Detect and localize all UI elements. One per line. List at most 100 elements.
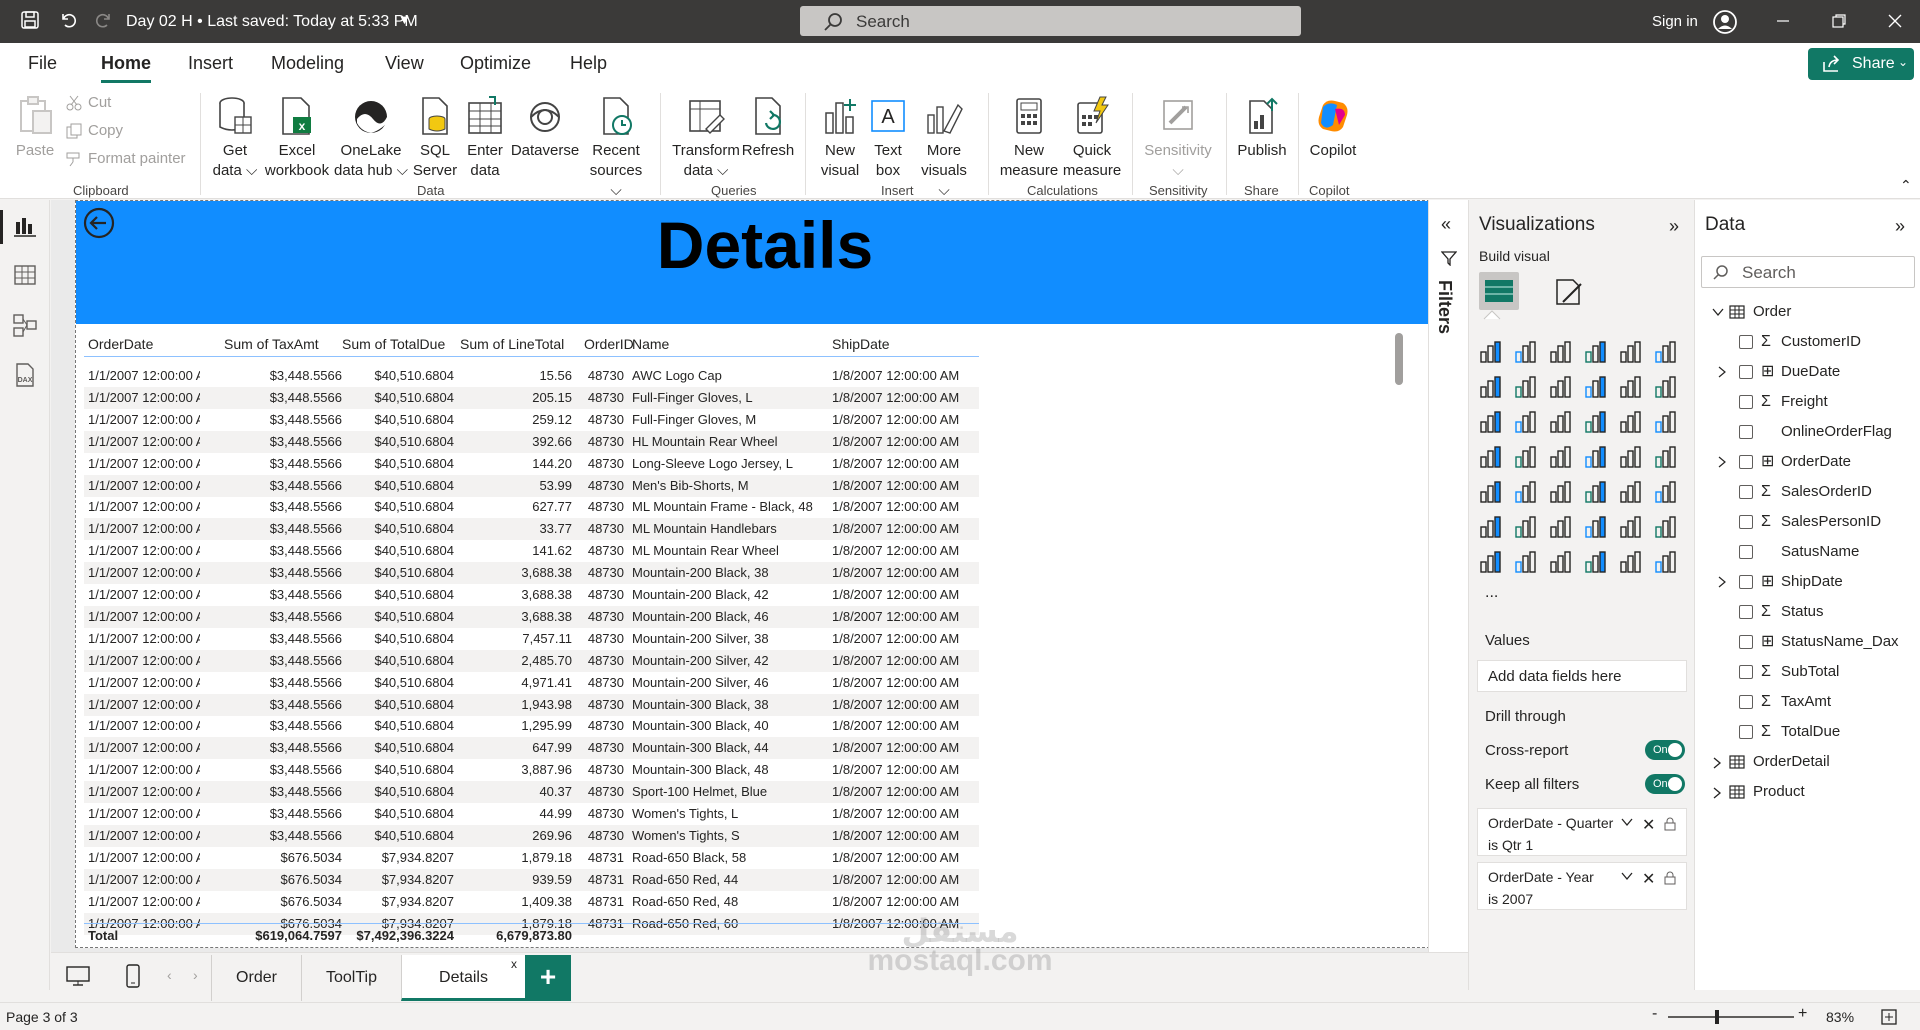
pie-visual-icon[interactable] — [1617, 408, 1645, 436]
column-header-orderdate[interactable]: OrderDate — [88, 331, 198, 357]
chevron-right-icon[interactable] — [1717, 456, 1727, 468]
table-visual-icon[interactable] — [1582, 478, 1610, 506]
decomposition-tree-visual-icon[interactable] — [1547, 513, 1575, 541]
field-checkbox[interactable] — [1739, 695, 1753, 709]
table-visual[interactable]: OrderDate Sum of TaxAmt Sum of TotalDue … — [84, 331, 1450, 947]
format-painter-button[interactable]: Format painter — [66, 150, 186, 167]
field-checkbox[interactable] — [1739, 515, 1753, 529]
sign-in-link[interactable]: Sign in — [1652, 13, 1698, 30]
key-influencers-visual-icon[interactable] — [1512, 513, 1540, 541]
qa-visual-icon[interactable] — [1582, 513, 1610, 541]
field-checkbox[interactable] — [1739, 635, 1753, 649]
100-bar-visual-icon[interactable] — [1617, 338, 1645, 366]
table-row[interactable]: 1/1/2007 12:00:00 AM $676.5034 $7,934.8207… — [84, 847, 979, 869]
table-row[interactable]: 1/1/2007 12:00:00 AM $3,448.5566 $40,510.6… — [84, 605, 979, 628]
restore-icon[interactable] — [1830, 12, 1848, 30]
build-visual-tab[interactable] — [1479, 272, 1519, 310]
funnel-visual-icon[interactable] — [1547, 408, 1575, 436]
dataverse-button[interactable]: Dataverse — [510, 95, 580, 161]
close-icon[interactable] — [1886, 12, 1904, 30]
field-checkbox[interactable] — [1739, 605, 1753, 619]
next-page-icon[interactable]: › — [193, 967, 198, 983]
ribbon-visual-icon[interactable] — [1582, 373, 1610, 401]
waterfall-visual-icon[interactable] — [1617, 373, 1645, 401]
tab-help[interactable]: Help — [570, 53, 607, 74]
undo-icon[interactable] — [58, 10, 78, 30]
area-visual-icon[interactable] — [1512, 373, 1540, 401]
report-view-icon[interactable] — [0, 210, 38, 244]
kpi-visual-icon[interactable] — [1512, 478, 1540, 506]
more-visuals-button[interactable]: More visuals ⌵ — [914, 95, 974, 201]
table-view-icon[interactable] — [12, 262, 38, 288]
column-header-totaldue[interactable]: Sum of TotalDue — [342, 331, 454, 357]
clear-filter-icon[interactable]: ✕ — [1642, 869, 1655, 889]
tab-optimize[interactable]: Optimize — [460, 53, 531, 74]
gauge-visual-icon[interactable] — [1617, 443, 1645, 471]
table-row[interactable]: 1/1/2007 12:00:00 AM $676.5034 $7,934.8207… — [84, 891, 979, 913]
copy-button[interactable]: Copy — [66, 122, 123, 139]
zoom-in-button[interactable]: + — [1798, 1005, 1807, 1023]
save-icon[interactable] — [20, 10, 40, 30]
python-visual-icon[interactable] — [1477, 513, 1505, 541]
metrics-visual-icon[interactable] — [1582, 548, 1610, 576]
column-header-shipdate[interactable]: ShipDate — [832, 331, 972, 357]
cross-report-toggle[interactable]: On — [1645, 740, 1685, 760]
table-scrollbar[interactable] — [1395, 333, 1403, 385]
field-checkbox[interactable] — [1739, 335, 1753, 349]
chevron-right-icon[interactable] — [1711, 786, 1723, 800]
line-stacked-visual-icon[interactable] — [1477, 408, 1505, 436]
table-row[interactable]: 1/1/2007 12:00:00 AM $3,448.5566 $40,510.6… — [84, 409, 979, 431]
table-row[interactable]: 1/1/2007 12:00:00 AM $3,448.5566 $40,510.6… — [84, 737, 979, 760]
field-checkbox[interactable] — [1739, 395, 1753, 409]
scatter-column-visual-icon[interactable] — [1512, 408, 1540, 436]
table-row[interactable]: 1/1/2007 12:00:00 AM $3,448.5566 $40,510.6… — [84, 496, 979, 518]
quick-measure-button[interactable]: Quick measure — [1062, 95, 1122, 181]
stacked-column-visual-icon[interactable] — [1512, 338, 1540, 366]
table-row[interactable]: 1/1/2007 12:00:00 AM $3,448.5566 $40,510.6… — [84, 386, 979, 409]
get-data-button[interactable]: Get data ⌵ — [208, 95, 262, 181]
matrix-visual-icon[interactable] — [1617, 478, 1645, 506]
recent-sources-button[interactable]: Recent sources ⌵ — [584, 95, 648, 201]
chevron-down-icon[interactable]: ▼ — [398, 12, 411, 27]
diamond-visual-icon[interactable] — [1617, 548, 1645, 576]
scatter-visual-icon[interactable] — [1582, 408, 1610, 436]
field-checkbox[interactable] — [1739, 485, 1753, 499]
trophy-visual-icon[interactable] — [1652, 513, 1680, 541]
paginated-visual-icon[interactable] — [1477, 548, 1505, 576]
filters-pane-collapsed[interactable]: « Filters — [1428, 200, 1468, 952]
table-row[interactable]: 1/1/2007 12:00:00 AM $3,448.5566 $40,510.6… — [84, 453, 979, 475]
new-measure-button[interactable]: New measure — [996, 95, 1062, 181]
zoom-slider-thumb[interactable] — [1715, 1010, 1719, 1024]
data-search-input[interactable]: Search — [1701, 256, 1915, 288]
refresh-button[interactable]: Refresh — [740, 95, 796, 161]
power-automate-visual-icon[interactable] — [1547, 548, 1575, 576]
table-row[interactable]: 1/1/2007 12:00:00 AM $3,448.5566 $40,510.6… — [84, 628, 979, 650]
lock-icon[interactable] — [1664, 871, 1676, 885]
paste-button[interactable]: Paste — [14, 95, 56, 161]
keep-all-filters-toggle[interactable]: On — [1645, 774, 1685, 794]
card-visual-icon[interactable] — [1652, 443, 1680, 471]
slicer-visual-icon[interactable] — [1547, 478, 1575, 506]
clustered-bar-visual-icon[interactable] — [1547, 338, 1575, 366]
table-row[interactable]: 1/1/2007 12:00:00 AM $3,448.5566 $40,510.6… — [84, 649, 979, 672]
excel-workbook-button[interactable]: x Excel workbook — [262, 95, 332, 181]
table-row[interactable]: 1/1/2007 12:00:00 AM $3,448.5566 $40,510.6… — [84, 824, 979, 847]
treemap-visual-icon[interactable] — [1477, 443, 1505, 471]
column-header-name[interactable]: Name — [632, 331, 782, 357]
chevron-right-icon[interactable] — [1717, 576, 1727, 588]
stacked-bar-visual-icon[interactable] — [1477, 338, 1505, 366]
add-page-button[interactable]: + — [525, 955, 571, 1001]
table-row[interactable]: 1/1/2007 12:00:00 AM $3,448.5566 $40,510.6… — [84, 474, 979, 497]
multi-row-card-visual-icon[interactable] — [1477, 478, 1505, 506]
redo-icon[interactable] — [94, 10, 114, 30]
new-visual-button[interactable]: New visual — [818, 95, 862, 181]
filter-card-quarter[interactable]: OrderDate - Quarter ✕ is Qtr 1 — [1477, 808, 1687, 856]
search-box[interactable]: Search — [800, 6, 1301, 36]
mobile-layout-icon[interactable] — [125, 963, 141, 989]
cut-button[interactable]: Cut — [66, 94, 111, 111]
table-row[interactable]: 1/1/2007 12:00:00 AM $3,448.5566 $40,510.6… — [84, 781, 979, 804]
tab-view[interactable]: View — [385, 53, 424, 74]
chevron-right-icon[interactable] — [1717, 366, 1727, 378]
dax-query-view-icon[interactable]: DAX — [12, 362, 38, 388]
chevron-visual-icon[interactable] — [1652, 548, 1680, 576]
